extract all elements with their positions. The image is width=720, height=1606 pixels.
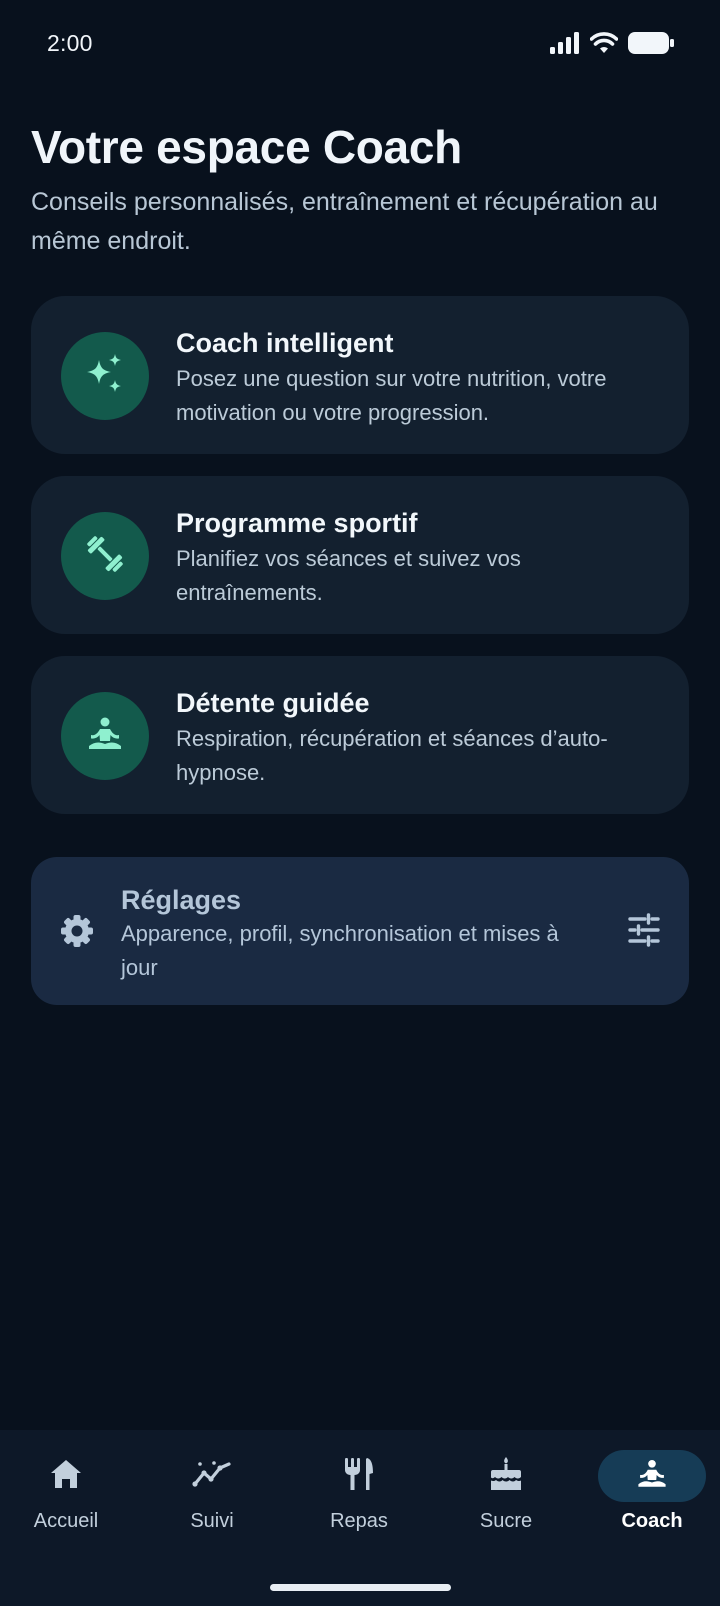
detente-guidee-card[interactable]: Détente guidée Respiration, récupération… [31, 656, 689, 814]
page-subtitle: Conseils personnalisés, entraînement et … [31, 188, 658, 255]
nav-item-suivi[interactable]: Suivi [152, 1450, 272, 1550]
card-description: Planifiez vos séances et suivez vos entr… [176, 546, 521, 605]
coach-intelligent-card[interactable]: Coach intelligent Posez une question sur… [31, 296, 689, 454]
status-bar: 2:00 [0, 0, 720, 86]
nav-item-repas[interactable]: Repas [299, 1450, 419, 1550]
gear-icon [59, 913, 95, 954]
trend-icon [192, 1459, 232, 1494]
card-title: Détente guidée [176, 688, 370, 718]
home-icon [49, 1458, 83, 1495]
nav-label: Suivi [190, 1510, 234, 1532]
nav-icon-wrap [158, 1450, 266, 1502]
nav-icon-wrap [452, 1450, 560, 1502]
programme-sportif-card[interactable]: Programme sportif Planifiez vos séances … [31, 476, 689, 634]
cake-icon [489, 1456, 523, 1497]
dumbbell-icon [83, 532, 127, 581]
nav-item-accueil[interactable]: Accueil [6, 1450, 126, 1550]
nav-label: Accueil [33, 1510, 99, 1532]
nav-item-sucre[interactable]: Sucre [446, 1450, 566, 1550]
status-icons [550, 32, 674, 54]
utensils-icon [342, 1456, 376, 1497]
card-description: Posez une question sur votre nutrition, … [176, 366, 607, 425]
card-text: Programme sportif Planifiez vos séances … [176, 506, 666, 610]
sparkles-icon [83, 352, 127, 401]
meditation-icon [85, 714, 125, 759]
page-title: Votre espace Coach [31, 121, 462, 173]
card-title: Programme sportif [176, 508, 418, 538]
nav-label: Repas [330, 1510, 388, 1532]
nav-active-pill [598, 1450, 706, 1502]
card-text: Coach intelligent Posez une question sur… [176, 326, 666, 430]
settings-text: Réglages Apparence, profil, synchronisat… [121, 883, 601, 985]
tune-icon[interactable] [627, 913, 661, 952]
nav-icon-wrap [305, 1450, 413, 1502]
signal-icon [550, 32, 580, 54]
bottom-nav: Accueil Suivi Repas Sucre Coach [0, 1430, 720, 1606]
card-icon-circle [61, 332, 149, 420]
card-icon-circle [61, 692, 149, 780]
wifi-icon [590, 32, 618, 54]
status-time: 2:00 [47, 29, 93, 56]
nav-label: Sucre [479, 1510, 533, 1532]
coach-screen: 2:00 Votre espace Coach Conseils personn… [0, 0, 720, 1606]
card-text: Détente guidée Respiration, récupération… [176, 686, 666, 790]
battery-icon [628, 32, 674, 54]
home-indicator[interactable] [270, 1584, 451, 1591]
settings-description: Apparence, profil, synchronisation et mi… [121, 921, 559, 980]
meditation-icon [635, 1457, 669, 1496]
nav-icon-wrap [12, 1450, 120, 1502]
card-description: Respiration, récupération et séances d’a… [176, 726, 608, 785]
settings-card[interactable]: Réglages Apparence, profil, synchronisat… [31, 857, 689, 1005]
settings-title: Réglages [121, 885, 242, 915]
card-title: Coach intelligent [176, 328, 394, 358]
nav-label: Coach [621, 1510, 683, 1532]
card-icon-circle [61, 512, 149, 600]
nav-item-coach[interactable]: Coach [592, 1450, 712, 1550]
